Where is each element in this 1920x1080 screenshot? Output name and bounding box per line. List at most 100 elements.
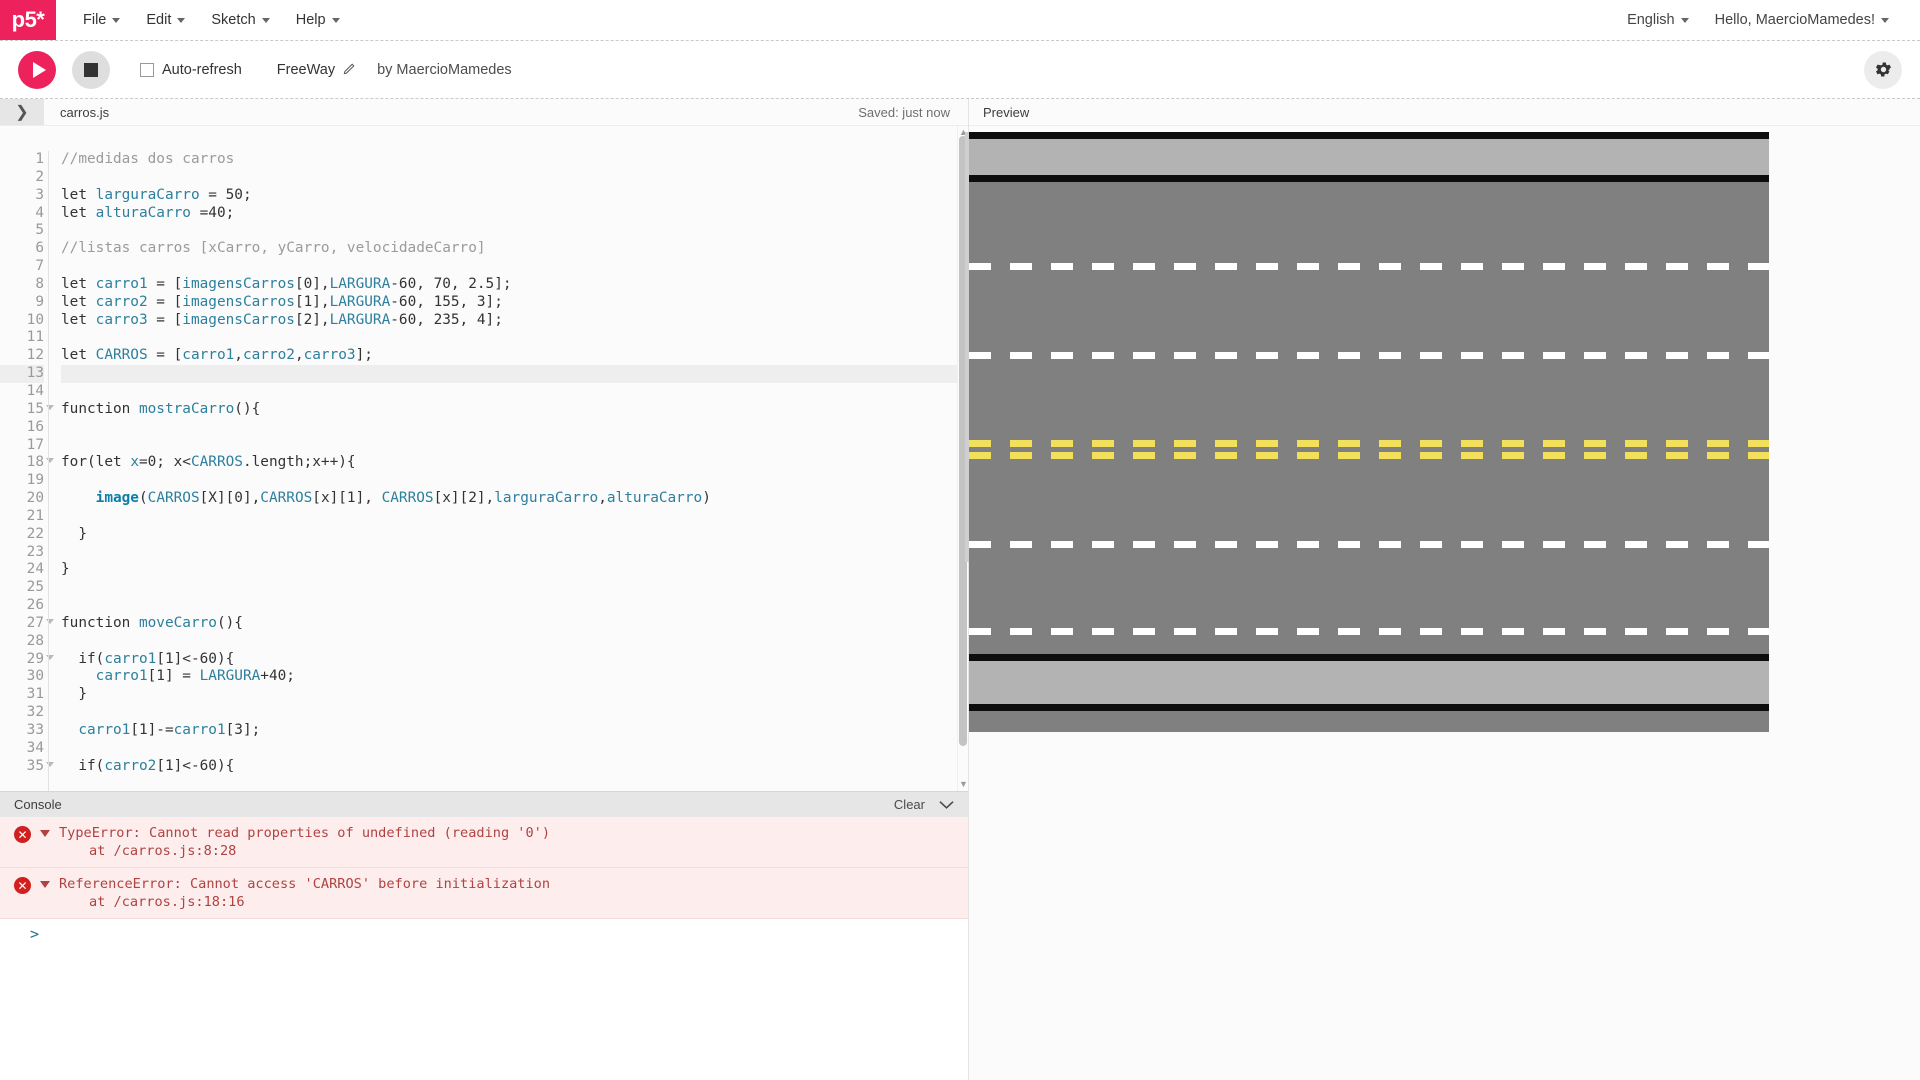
code-line[interactable] (61, 508, 957, 526)
code-line[interactable] (61, 222, 957, 240)
road-edge-line (969, 704, 1769, 711)
chevron-right-icon[interactable]: ❯ (0, 99, 44, 125)
chevron-down-icon[interactable] (939, 800, 954, 810)
code-line[interactable] (61, 544, 957, 562)
menu-sketch[interactable]: Sketch (198, 0, 282, 40)
auto-refresh-checkbox[interactable] (140, 62, 154, 77)
road-edge-line (969, 654, 1769, 661)
line-number: 9 (35, 293, 44, 310)
code-line[interactable] (61, 579, 957, 597)
code-line[interactable]: //listas carros [xCarro, yCarro, velocid… (61, 240, 957, 258)
error-icon: ✕ (14, 877, 31, 894)
chevron-down-icon (112, 17, 121, 23)
code-line[interactable]: let CARROS = [carro1,carro2,carro3]; (61, 347, 957, 365)
code-line[interactable]: function mostraCarro(){ (61, 401, 957, 419)
menu-file[interactable]: File (70, 0, 133, 40)
code-content[interactable]: //medidas dos carros let larguraCarro = … (48, 151, 957, 791)
code-token: //listas carros [xCarro, yCarro, velocid… (61, 240, 486, 257)
code-token: let (61, 293, 96, 310)
scroll-down-icon[interactable]: ▼ (959, 780, 968, 789)
settings-button[interactable] (1864, 50, 1902, 89)
code-token: } (61, 561, 70, 578)
expand-triangle-icon[interactable] (40, 830, 50, 837)
code-line[interactable] (61, 704, 957, 722)
account-menu[interactable]: Hello, MaercioMamedes! (1702, 0, 1902, 40)
code-line[interactable] (61, 383, 957, 401)
code-token: carro2 (242, 347, 295, 364)
code-line[interactable]: let carro2 = [imagensCarros[1],LARGURA-6… (61, 294, 957, 312)
console-input-prompt[interactable]: > (0, 919, 968, 949)
line-number: 19 (26, 472, 44, 489)
code-line[interactable] (61, 740, 957, 758)
code-line[interactable]: if(carro2[1]<-60){ (61, 758, 957, 776)
code-line[interactable]: if(carro1[1]<-60){ (61, 651, 957, 669)
code-line[interactable] (61, 419, 957, 437)
preview-title: Preview (983, 104, 1030, 120)
line-number: 33 (26, 722, 44, 738)
line-number: 3 (35, 186, 44, 203)
play-button[interactable] (18, 50, 56, 89)
code-line[interactable]: let larguraCarro = 50; (61, 187, 957, 205)
code-line[interactable]: let carro1 = [imagensCarros[0],LARGURA-6… (61, 276, 957, 294)
code-line[interactable]: carro1[1] = LARGURA+40; (61, 668, 957, 686)
line-number: 6 (35, 240, 44, 257)
active-file-name[interactable]: carros.js (44, 99, 125, 125)
code-line[interactable] (61, 365, 957, 383)
expand-triangle-icon[interactable] (40, 881, 50, 888)
stop-button[interactable] (72, 50, 110, 89)
code-token: [1] = (147, 668, 200, 685)
menu-edit[interactable]: Edit (133, 0, 198, 40)
line-number: 10 (26, 311, 44, 328)
code-line[interactable] (61, 169, 957, 187)
code-token: carro3 (303, 347, 356, 364)
code-token: ) (702, 490, 711, 507)
line-number: 16 (26, 418, 44, 435)
code-token: for(let (61, 454, 131, 471)
code-line[interactable] (61, 472, 957, 490)
console-error-row: ✕ ReferenceError: Cannot access 'CARROS' … (0, 868, 968, 919)
code-line[interactable] (61, 633, 957, 651)
code-line[interactable] (61, 258, 957, 276)
code-token: CARROS (147, 490, 200, 507)
error-location[interactable]: at /carros.js:8:28 (59, 842, 550, 860)
code-line[interactable] (61, 597, 957, 615)
code-line[interactable]: //medidas dos carros (61, 151, 957, 169)
language-selector[interactable]: English (1614, 0, 1702, 40)
code-line[interactable]: carro1[1]-=carro1[3]; (61, 722, 957, 740)
code-line[interactable]: function moveCarro(){ (61, 615, 957, 633)
sketch-canvas[interactable] (969, 132, 1769, 732)
p5-logo[interactable]: p5* (0, 0, 56, 40)
code-token: , (234, 347, 243, 364)
chevron-down-icon (177, 17, 186, 23)
code-token: =0; x< (138, 454, 191, 471)
code-token: mostraCarro (138, 400, 235, 417)
code-token: -60, 155, 3]; (390, 293, 503, 310)
code-line[interactable]: } (61, 526, 957, 544)
nav-right-group: English Hello, MaercioMamedes! (1614, 0, 1920, 40)
code-line[interactable]: } (61, 561, 957, 579)
sketch-author[interactable]: by MaercioMamedes (377, 62, 512, 78)
sketch-title[interactable]: FreeWay (277, 62, 335, 78)
code-line[interactable]: let alturaCarro =40; (61, 205, 957, 223)
code-token: alturaCarro (606, 490, 703, 507)
code-line[interactable]: image(CARROS[X][0],CARROS[x][1], CARROS[… (61, 490, 957, 508)
code-line[interactable]: let carro3 = [imagensCarros[2],LARGURA-6… (61, 312, 957, 330)
pencil-icon[interactable] (342, 63, 355, 76)
code-line[interactable] (61, 329, 957, 347)
code-token: [1]<-60){ (156, 650, 235, 667)
code-token: = [ (147, 275, 183, 292)
code-line[interactable]: for(let x=0; x<CARROS.length;x++){ (61, 454, 957, 472)
sketch-title-group: FreeWay (277, 62, 355, 78)
code-token: [3]; (225, 722, 261, 738)
clear-console-button[interactable]: Clear (894, 797, 925, 812)
code-line[interactable]: } (61, 686, 957, 704)
line-number: 8 (35, 275, 44, 292)
code-editor[interactable]: 1 2 3 4 5 6 7 8 9 10 11 12 13 14 15 16 17 18 19 20 21 22 23 24 2… (0, 126, 957, 791)
error-location[interactable]: at /carros.js:18:16 (59, 893, 550, 911)
code-token: , (598, 490, 607, 507)
code-line[interactable] (61, 437, 957, 455)
auto-refresh-control[interactable]: Auto-refresh (140, 62, 242, 78)
menu-help[interactable]: Help (283, 0, 353, 40)
code-token: let (61, 311, 96, 328)
